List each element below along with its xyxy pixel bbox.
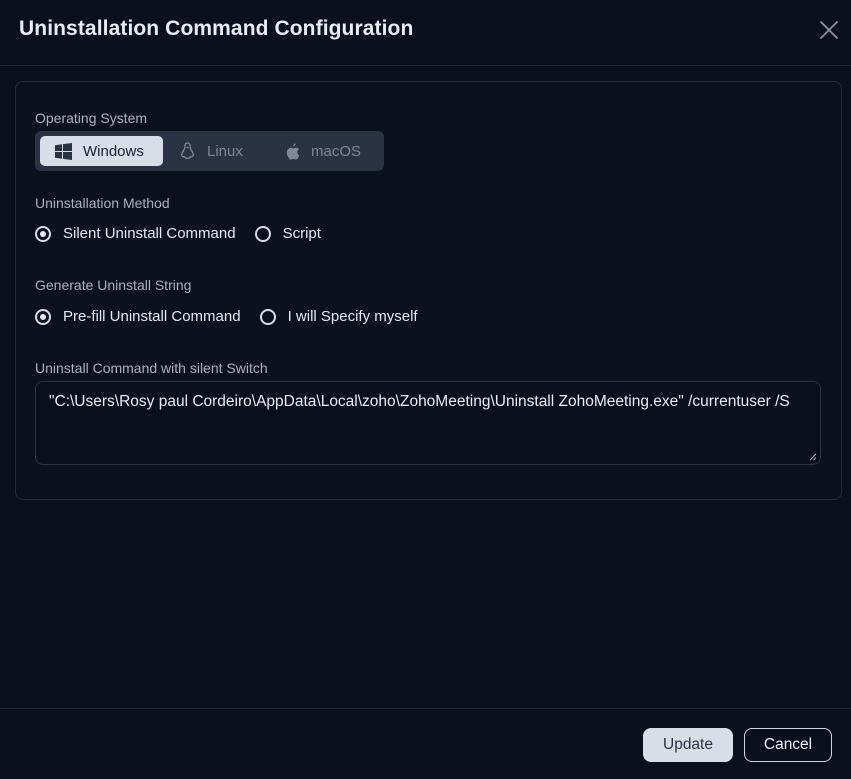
os-segmented-control: Windows Linux macOS <box>35 131 384 171</box>
radio-silent-uninstall[interactable]: Silent Uninstall Command <box>35 225 236 242</box>
uninstall-config-dialog: Uninstallation Command Configuration Ope… <box>0 0 851 778</box>
os-option-macos[interactable]: macOS <box>285 136 380 166</box>
os-option-linux[interactable]: Linux <box>180 136 260 166</box>
radio-prefill-command[interactable]: Pre-fill Uninstall Command <box>35 308 241 325</box>
radio-specify-myself[interactable]: I will Specify myself <box>259 308 418 325</box>
resize-handle-icon[interactable] <box>809 453 817 461</box>
dialog-footer: Update Cancel <box>0 708 851 779</box>
os-label: Operating System <box>35 110 148 126</box>
update-button[interactable]: Update <box>643 728 733 762</box>
generate-radio-group: Pre-fill Uninstall Command I will Specif… <box>35 308 437 325</box>
radio-script[interactable]: Script <box>254 225 321 242</box>
uninstall-command-textarea[interactable]: "C:\Users\Rosy paul Cordeiro\AppData\Loc… <box>35 381 821 465</box>
generate-label: Generate Uninstall String <box>35 277 192 293</box>
method-label: Uninstallation Method <box>35 195 170 211</box>
dialog-header: Uninstallation Command Configuration <box>0 0 851 66</box>
close-button[interactable] <box>818 19 840 41</box>
radio-label: Silent Uninstall Command <box>63 225 236 242</box>
radio-circle <box>254 225 271 242</box>
radio-circle <box>259 308 276 325</box>
radio-circle <box>35 225 51 242</box>
radio-label: I will Specify myself <box>287 308 418 325</box>
os-option-label: macOS <box>311 142 362 160</box>
os-option-label: Linux <box>207 142 243 160</box>
config-card: Operating System Windows Linux macOS Uni… <box>15 81 842 500</box>
command-label: Uninstall Command with silent Switch <box>35 360 268 376</box>
method-radio-group: Silent Uninstall Command Script <box>35 225 340 242</box>
dialog-title: Uninstallation Command Configuration <box>19 17 414 40</box>
radio-label: Pre-fill Uninstall Command <box>63 308 241 325</box>
os-option-label: Windows <box>83 142 144 160</box>
radio-label: Script <box>282 225 321 242</box>
windows-icon <box>55 142 72 160</box>
cancel-button[interactable]: Cancel <box>744 728 832 762</box>
close-icon <box>820 21 838 39</box>
radio-circle <box>35 308 51 325</box>
linux-icon <box>180 142 195 160</box>
os-option-windows[interactable]: Windows <box>40 136 163 166</box>
apple-icon <box>285 143 300 160</box>
uninstall-command-value: "C:\Users\Rosy paul Cordeiro\AppData\Loc… <box>49 393 790 410</box>
